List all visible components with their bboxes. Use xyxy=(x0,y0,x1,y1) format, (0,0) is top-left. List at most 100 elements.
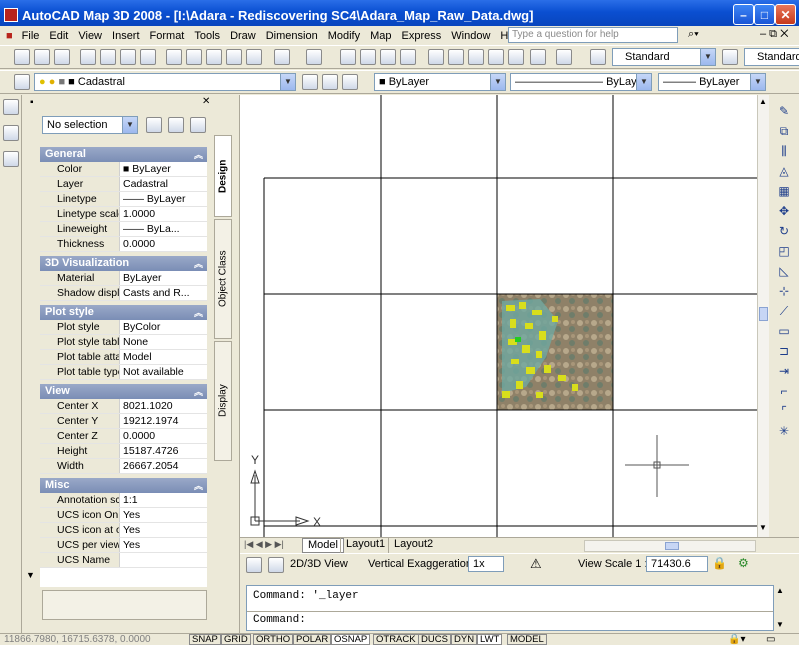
chamfer-icon[interactable]: ⇥ xyxy=(776,363,792,379)
dim-style-select[interactable]: Standard xyxy=(744,48,799,66)
property-row[interactable]: Color ■ ByLayer xyxy=(40,162,207,177)
property-row[interactable]: Height 15187.4726 xyxy=(40,444,207,459)
doc-window-controls[interactable]: – ⧉ ✕ xyxy=(760,28,788,41)
property-row[interactable]: UCS per viewportYes xyxy=(40,538,207,553)
save-icon[interactable] xyxy=(54,49,70,65)
help-question-input[interactable]: Type a question for help xyxy=(508,27,678,43)
fillet-arc-icon[interactable]: ⌜ xyxy=(776,403,792,419)
zoom-window-icon[interactable] xyxy=(380,49,396,65)
layer-states-icon[interactable] xyxy=(342,74,358,90)
tab-nav-arrows[interactable]: |◀ ◀ ▶ ▶| xyxy=(244,539,284,550)
palette-close-icon[interactable]: ✕ xyxy=(202,96,210,107)
command-window[interactable]: Command: '_layer Command: xyxy=(246,585,774,631)
open-icon[interactable] xyxy=(34,49,50,65)
property-row[interactable]: Plot table attac...Model xyxy=(40,350,207,365)
doc-icon[interactable]: ■ xyxy=(0,30,17,42)
chevron-down-icon[interactable]: ▼ xyxy=(700,49,715,65)
stretch-icon[interactable]: ◺ xyxy=(776,263,792,279)
section-misc[interactable]: Misc ︽ xyxy=(40,478,207,493)
menu-tools[interactable]: Tools xyxy=(189,30,225,42)
layer-select[interactable]: ● ● ■ ■ Cadastral ▼ xyxy=(34,73,296,91)
ducs-toggle[interactable]: DUCS xyxy=(418,634,451,645)
palette-menu-icon[interactable]: ▪ xyxy=(30,97,34,108)
maximize-button[interactable]: □ xyxy=(754,4,775,25)
dimension-style-icon[interactable] xyxy=(722,49,738,65)
3d-dwf-icon[interactable] xyxy=(140,49,156,65)
vertical-scrollbar[interactable]: ▲ ▼ xyxy=(757,95,769,537)
menu-modify[interactable]: Modify xyxy=(323,30,365,42)
section-view[interactable]: View ︽ xyxy=(40,384,207,399)
fillet-icon[interactable]: ⌐ xyxy=(776,383,792,399)
menu-file[interactable]: File xyxy=(17,30,45,42)
grid-toggle[interactable]: GRID xyxy=(221,634,251,645)
quick-select-icon[interactable] xyxy=(190,117,206,133)
collapse-icon[interactable]: ︽ xyxy=(194,257,203,272)
chevron-down-icon[interactable]: ▼ xyxy=(122,117,137,133)
copy-icon[interactable] xyxy=(186,49,202,65)
break-icon[interactable]: ▭ xyxy=(776,323,792,339)
property-row[interactable]: UCS Name xyxy=(40,553,207,568)
tab-model[interactable]: Model xyxy=(302,538,344,553)
section-plot-style[interactable]: Plot style ︽ xyxy=(40,305,207,320)
calculator-icon[interactable] xyxy=(530,49,546,65)
section-general[interactable]: General ︽ xyxy=(40,147,207,162)
scroll-thumb[interactable] xyxy=(759,307,768,321)
cut-icon[interactable] xyxy=(166,49,182,65)
cmd-scroll-up-icon[interactable]: ▲ xyxy=(776,586,784,595)
tab-object-class[interactable]: Object Class xyxy=(214,219,232,339)
zoom-previous-icon[interactable] xyxy=(400,49,416,65)
cmd-scroll-down-icon[interactable]: ▼ xyxy=(776,620,784,629)
horizontal-scrollbar[interactable] xyxy=(584,540,756,552)
sheet-set-icon[interactable] xyxy=(488,49,504,65)
extend-icon[interactable]: ⟋ xyxy=(776,303,792,319)
search-icon[interactable]: ⌕▾ xyxy=(688,28,699,41)
palette-scroll-down-icon[interactable]: ▼ xyxy=(26,570,35,580)
coordinates-readout[interactable]: 11866.7980, 16715.6378, 0.0000 xyxy=(4,634,151,645)
menu-format[interactable]: Format xyxy=(145,30,190,42)
array-icon[interactable]: ▦ xyxy=(776,183,792,199)
snap-toggle[interactable]: SNAP xyxy=(189,634,221,645)
tab-design[interactable]: Design xyxy=(214,135,232,217)
workspace-icon[interactable] xyxy=(3,125,19,141)
hscroll-thumb[interactable] xyxy=(665,542,679,550)
menu-map[interactable]: Map xyxy=(365,30,396,42)
clean-screen-icon[interactable]: ▭ xyxy=(766,634,775,645)
polar-toggle[interactable]: POLAR xyxy=(293,634,332,645)
section-3d-visualization[interactable]: 3D Visualization ︽ xyxy=(40,256,207,271)
text-style-select[interactable]: Standard ▼ xyxy=(612,48,716,66)
property-row[interactable]: Layer Cadastral xyxy=(40,177,207,192)
scale-icon[interactable]: ◰ xyxy=(776,243,792,259)
color-select[interactable]: ■ ByLayer ▼ xyxy=(374,73,506,91)
chevron-down-icon[interactable]: ▼ xyxy=(750,74,765,90)
lock-icon[interactable]: 🔒 xyxy=(712,556,727,570)
command-prompt[interactable]: Command: xyxy=(253,614,306,626)
collapse-icon[interactable]: ︽ xyxy=(194,479,203,494)
drawing-canvas[interactable]: Y X xyxy=(240,95,757,537)
view-toggle-icon[interactable] xyxy=(268,557,284,573)
chevron-down-icon[interactable]: ▼ xyxy=(636,74,651,90)
property-row[interactable]: Shadow displayCasts and R... xyxy=(40,286,207,301)
otrack-toggle[interactable]: OTRACK xyxy=(373,634,419,645)
close-button[interactable]: ✕ xyxy=(775,4,796,25)
erase-icon[interactable]: ✎ xyxy=(776,103,792,119)
property-row[interactable]: Plot style ByColor xyxy=(40,320,207,335)
property-row[interactable]: Plot table type Not available xyxy=(40,365,207,380)
copy-object-icon[interactable]: ⧉ xyxy=(776,123,792,139)
mirror-icon[interactable]: ⫼ xyxy=(776,143,792,159)
osnap-toggle[interactable]: OSNAP xyxy=(331,634,371,645)
menu-dimension[interactable]: Dimension xyxy=(261,30,323,42)
make-current-icon[interactable] xyxy=(302,74,318,90)
tab-display[interactable]: Display xyxy=(214,341,232,461)
property-row[interactable]: Center X 8021.1020 xyxy=(40,399,207,414)
dyn-toggle[interactable]: DYN xyxy=(451,634,478,645)
warning-icon[interactable]: ⚠ xyxy=(530,556,542,572)
property-row[interactable]: Plot style table None xyxy=(40,335,207,350)
tool-palettes-icon[interactable] xyxy=(468,49,484,65)
menu-insert[interactable]: Insert xyxy=(107,30,145,42)
layer-manager-icon[interactable] xyxy=(14,74,30,90)
publish-icon[interactable] xyxy=(120,49,136,65)
join-icon[interactable]: ⊐ xyxy=(776,343,792,359)
scroll-up-icon[interactable]: ▲ xyxy=(759,97,767,106)
pan-icon[interactable] xyxy=(340,49,356,65)
selection-select[interactable]: No selection ▼ xyxy=(42,116,138,134)
